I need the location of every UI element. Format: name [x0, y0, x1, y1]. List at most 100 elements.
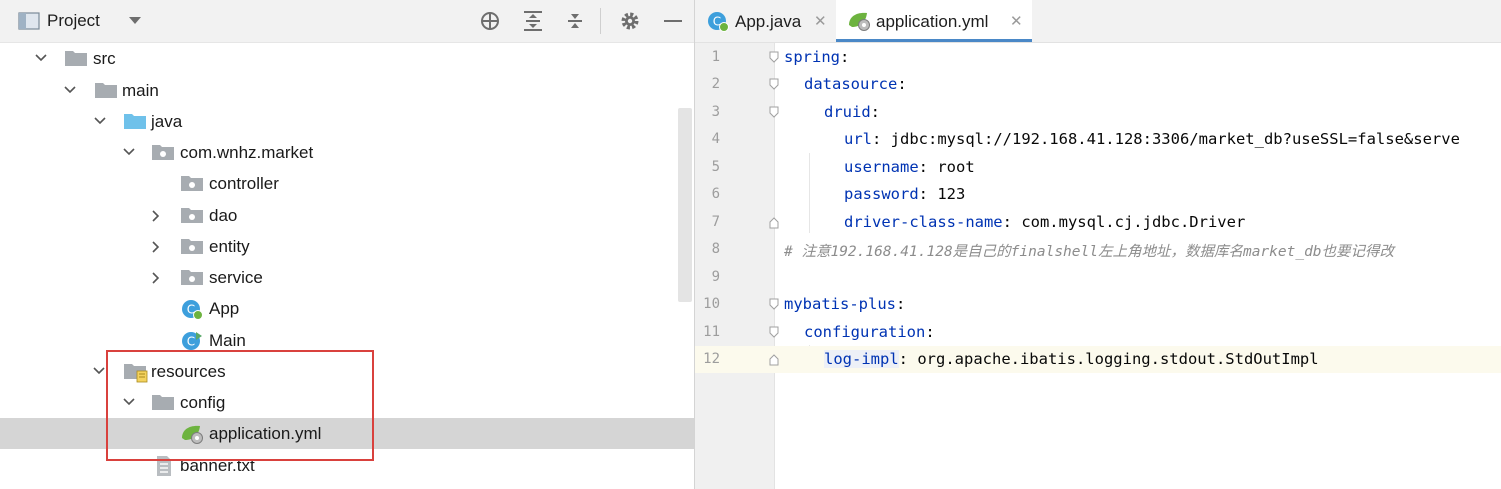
chevron-right-icon[interactable] — [150, 240, 162, 254]
chevron-down-icon[interactable] — [92, 365, 106, 377]
gear-icon[interactable] — [618, 10, 642, 32]
editor-area: C App.java ✕ application.yml ✕ 1 spring: — [695, 0, 1501, 489]
project-view-icon — [18, 12, 40, 30]
tree-item-entity[interactable]: entity — [0, 231, 694, 262]
fold-marker-icon[interactable] — [769, 298, 779, 311]
minimize-icon[interactable] — [661, 10, 685, 32]
close-icon[interactable]: ✕ — [1010, 12, 1023, 30]
code-line: 8 # 注意192.168.41.128是自己的finalshell左上角地址，… — [695, 236, 1501, 263]
chevron-down-icon[interactable] — [34, 52, 48, 64]
svg-text:C: C — [187, 335, 195, 349]
tree-item-package-root[interactable]: com.wnhz.market — [0, 137, 694, 168]
source-folder-icon — [124, 114, 146, 129]
chevron-right-icon[interactable] — [150, 209, 162, 223]
package-icon — [181, 176, 203, 191]
folder-icon — [95, 83, 117, 98]
tree-item-src[interactable]: src — [0, 43, 694, 74]
yaml-separator: : — [918, 185, 938, 203]
yaml-separator: : — [1002, 213, 1022, 231]
fold-marker-icon[interactable] — [769, 326, 779, 339]
yaml-comment: # 注意192.168.41.128是自己的finalshell左上角地址，数据… — [784, 244, 1395, 260]
fold-end-icon[interactable] — [769, 353, 779, 366]
tree-item-label: dao — [209, 206, 238, 225]
project-panel-header: Project — [0, 0, 694, 43]
tree-item-service[interactable]: service — [0, 262, 694, 293]
yaml-value: jdbc:mysql://192.168.41.128:3306/market_… — [890, 130, 1460, 148]
yaml-key: configuration — [804, 323, 926, 341]
editor-tab-bar: C App.java ✕ application.yml ✕ — [695, 0, 1501, 43]
tree-item-label: entity — [209, 237, 250, 256]
code-line: 11 configuration: — [695, 319, 1501, 346]
yaml-key: druid — [824, 103, 871, 121]
chevron-right-icon[interactable] — [150, 271, 162, 285]
tree-item-controller[interactable]: controller — [0, 168, 694, 199]
line-number: 3 — [711, 104, 720, 120]
spring-yaml-icon — [849, 12, 870, 31]
line-number: 7 — [711, 214, 720, 230]
yaml-key: spring — [784, 48, 840, 66]
code-line: 5 username: root — [695, 154, 1501, 181]
code-line: 1 spring: — [695, 44, 1501, 71]
yaml-key: password — [844, 185, 919, 203]
line-number: 2 — [711, 76, 720, 92]
yaml-key: log-impl — [824, 350, 899, 368]
tree-item-main[interactable]: main — [0, 75, 694, 106]
line-number: 6 — [711, 186, 720, 202]
yaml-key: datasource — [804, 75, 898, 93]
yaml-separator: : — [870, 103, 881, 121]
yaml-key: mybatis-plus — [784, 295, 896, 313]
project-panel-title[interactable]: Project — [47, 11, 100, 31]
fold-marker-icon[interactable] — [769, 78, 779, 91]
yaml-separator: : — [925, 323, 935, 341]
package-icon — [181, 239, 203, 254]
code-line: 10 mybatis-plus: — [695, 291, 1501, 318]
yaml-key: driver-class-name — [844, 213, 1003, 231]
expand-all-icon[interactable] — [521, 10, 545, 32]
yaml-separator: : — [840, 48, 850, 66]
tab-application-yml[interactable]: application.yml ✕ — [836, 0, 1032, 42]
tab-label: application.yml — [876, 12, 989, 31]
line-number: 11 — [703, 324, 720, 340]
tree-item-label: java — [151, 112, 183, 131]
tree-item-label: com.wnhz.market — [180, 143, 314, 162]
yaml-value: root — [937, 158, 975, 176]
tree-item-label: App — [209, 299, 240, 318]
package-icon — [152, 145, 174, 160]
spring-class-icon: C — [182, 300, 203, 320]
yaml-separator: : — [918, 158, 938, 176]
yaml-key: url — [844, 130, 872, 148]
tree-item-java[interactable]: java — [0, 106, 694, 137]
locate-file-icon[interactable] — [478, 10, 502, 32]
chevron-down-icon[interactable] — [122, 146, 136, 158]
yaml-separator: : — [898, 350, 918, 368]
yaml-separator: : — [895, 295, 906, 313]
line-number: 4 — [711, 131, 720, 147]
line-number: 5 — [711, 159, 720, 175]
tree-item-label: service — [209, 268, 263, 287]
yaml-key: username — [844, 158, 919, 176]
yaml-separator: : — [872, 130, 891, 148]
code-line: 6 password: 123 — [695, 181, 1501, 208]
fold-marker-icon[interactable] — [769, 106, 779, 119]
yaml-value: org.apache.ibatis.logging.stdout.StdOutI… — [917, 350, 1319, 368]
fold-marker-icon[interactable] — [769, 51, 779, 64]
annotation-highlight-box — [106, 350, 374, 461]
code-line: 9 — [695, 264, 1501, 291]
tab-app-java[interactable]: C App.java ✕ — [695, 0, 835, 42]
tree-item-app[interactable]: C App — [0, 293, 694, 324]
collapse-all-icon[interactable] — [563, 10, 587, 32]
header-separator — [600, 8, 601, 34]
tree-item-label: controller — [209, 174, 279, 193]
close-icon[interactable]: ✕ — [814, 12, 827, 30]
chevron-down-icon[interactable] — [93, 115, 107, 127]
code-line: 7 driver-class-name: com.mysql.cj.jdbc.D… — [695, 209, 1501, 236]
tree-item-dao[interactable]: dao — [0, 200, 694, 231]
tree-scrollbar-thumb[interactable] — [678, 108, 692, 302]
line-number: 9 — [711, 269, 720, 285]
active-tab-indicator — [836, 39, 1032, 42]
chevron-down-icon[interactable] — [128, 16, 142, 26]
fold-end-icon[interactable] — [769, 216, 779, 229]
code-line: 3 druid: — [695, 99, 1501, 126]
code-line: 2 datasource: — [695, 71, 1501, 98]
chevron-down-icon[interactable] — [63, 84, 77, 96]
